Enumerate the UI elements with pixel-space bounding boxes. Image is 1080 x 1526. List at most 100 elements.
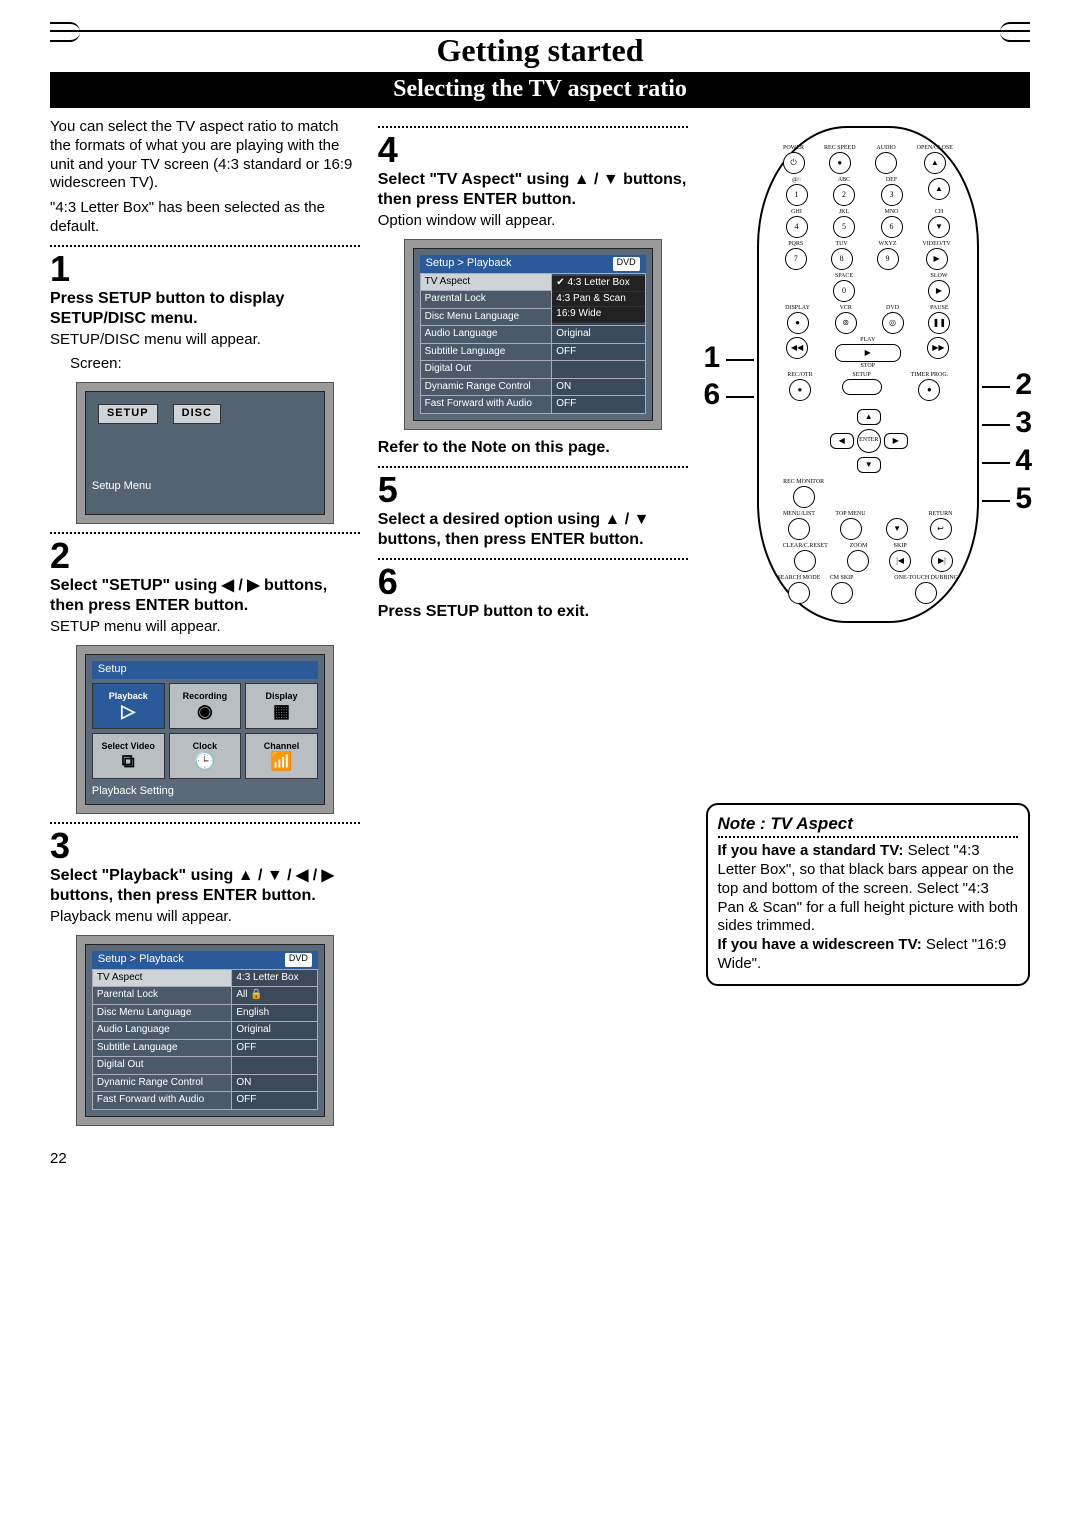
intro-paragraph-2: "4:3 Letter Box" has been select­ed as t… bbox=[50, 199, 360, 237]
remote-9-button: 9 bbox=[877, 248, 899, 270]
remote-openclose-button: ▲ bbox=[924, 152, 946, 174]
note-subhead-1: If you have a standard TV: bbox=[718, 842, 904, 859]
step-2-number: 2 bbox=[50, 538, 360, 574]
separator bbox=[50, 822, 360, 824]
osd3-breadcrumb: Setup > Playback bbox=[98, 953, 184, 967]
remote-down-button: ▼ bbox=[857, 457, 881, 473]
osd-disc-button: DISC bbox=[173, 404, 221, 424]
step-1-number: 1 bbox=[50, 251, 360, 287]
step-2-body: SETUP menu will appear. bbox=[50, 618, 360, 637]
callout-3: 3 bbox=[1015, 408, 1032, 438]
separator bbox=[378, 466, 688, 468]
step-3-body: Playback menu will appear. bbox=[50, 908, 360, 927]
remote-cmskip-button bbox=[831, 582, 853, 604]
osd-cell-channel: Channel📶 bbox=[245, 733, 318, 779]
remote-8-button: 8 bbox=[831, 248, 853, 270]
remote-audio-button bbox=[875, 152, 897, 174]
remote-menulist-button bbox=[788, 518, 810, 540]
osd-cell-recording: Recording◉ bbox=[169, 683, 242, 729]
remote-setup-button bbox=[842, 379, 882, 395]
remote-skipfwd-button: ▶| bbox=[931, 550, 953, 572]
osd3-dvd-badge: DVD bbox=[285, 953, 312, 967]
column-left: You can select the TV aspect ratio to ma… bbox=[50, 118, 360, 1134]
osd4-option-0: 4:3 Letter Box bbox=[552, 276, 644, 292]
osd-cell-clock: Clock🕒 bbox=[169, 733, 242, 779]
remote-6-button: 6 bbox=[881, 216, 903, 238]
osd4-option-1: 4:3 Pan & Scan bbox=[552, 292, 644, 308]
osd3-table: TV Aspect4:3 Letter Box Parental LockAll… bbox=[92, 969, 318, 1110]
remote-chup-button: ▲ bbox=[928, 178, 950, 200]
remote-recspeed-button: ● bbox=[829, 152, 851, 174]
remote-power-button: ⏻ bbox=[783, 152, 805, 174]
step-3-number: 3 bbox=[50, 828, 360, 864]
remote-timerprog-button: ● bbox=[918, 379, 940, 401]
remote-zoom-button bbox=[847, 550, 869, 572]
remote-illustration-wrap: 1 6 2 3 4 5 POWER⏻ REC SPEED● AUDIO OPEN… bbox=[706, 118, 1031, 623]
step-4-heading: Select "TV Aspect" using ▲ / ▼ buttons, … bbox=[378, 170, 688, 210]
step-4-note-ref: Refer to the Note on this page. bbox=[378, 438, 688, 458]
remote-1-button: 1 bbox=[786, 184, 808, 206]
separator bbox=[378, 126, 688, 128]
callout-6: 6 bbox=[704, 380, 721, 410]
step-6-heading: Press SETUP button to exit. bbox=[378, 602, 688, 622]
osd-setup2-caption: Playback Setting bbox=[92, 785, 318, 799]
remote-rec-button: ● bbox=[789, 379, 811, 401]
remote-display-button: ● bbox=[787, 312, 809, 334]
osd4-option-2: 16:9 Wide bbox=[552, 307, 644, 323]
column-right: 1 6 2 3 4 5 POWER⏻ REC SPEED● AUDIO OPEN… bbox=[706, 118, 1031, 1134]
remote-dubbing-button bbox=[915, 582, 937, 604]
osd-setup-header: Setup bbox=[92, 661, 318, 679]
remote-play-button: ▶ bbox=[835, 344, 901, 362]
separator bbox=[378, 558, 688, 560]
callout-4: 4 bbox=[1015, 446, 1032, 476]
remote-left-button: ◀ bbox=[830, 433, 854, 449]
remote-right-button: ▶ bbox=[884, 433, 908, 449]
remote-dpad: ▲ ▼ ◀ ▶ ENTER bbox=[828, 405, 908, 475]
osd-setup-button: SETUP bbox=[98, 404, 158, 424]
header-ornament-left bbox=[50, 22, 80, 42]
step-5-number: 5 bbox=[378, 472, 688, 508]
note-tv-aspect: Note : TV Aspect If you have a standard … bbox=[706, 803, 1031, 986]
osd-setup-caption: Setup Menu bbox=[92, 480, 318, 494]
osd-tv-aspect-options: Setup > Playback DVD TV Aspect 4:3 Lette… bbox=[404, 239, 662, 430]
note-subhead-2: If you have a widescreen TV: bbox=[718, 936, 922, 953]
remote-2-button: 2 bbox=[833, 184, 855, 206]
osd4-breadcrumb: Setup > Playback bbox=[426, 257, 512, 271]
osd4-dvd-badge: DVD bbox=[613, 257, 640, 271]
note-title: Note : TV Aspect bbox=[718, 813, 1019, 834]
remote-7-button: 7 bbox=[785, 248, 807, 270]
remote-3-button: 3 bbox=[881, 184, 903, 206]
note-separator bbox=[718, 836, 1019, 838]
remote-pause-button: ❚❚ bbox=[928, 312, 950, 334]
remote-up-button: ▲ bbox=[857, 409, 881, 425]
remote-control-diagram: POWER⏻ REC SPEED● AUDIO OPEN/CLOSE▲ @/:1… bbox=[757, 126, 979, 623]
step-4-body: Option window will appear. bbox=[378, 212, 688, 231]
osd-cell-playback: Playback▷ bbox=[92, 683, 165, 729]
remote-chdown-button: ▼ bbox=[928, 216, 950, 238]
remote-recmonitor-button bbox=[793, 486, 815, 508]
osd-cell-select-video: Select Video⧉ bbox=[92, 733, 165, 779]
remote-videotv-button: ▶ bbox=[926, 248, 948, 270]
remote-skipback-button: |◀ bbox=[889, 550, 911, 572]
separator bbox=[50, 245, 360, 247]
remote-enter-button: ENTER bbox=[857, 429, 881, 453]
osd-setup-menu: Setup Playback▷ Recording◉ Display▦ Sele… bbox=[76, 645, 334, 815]
callout-5: 5 bbox=[1015, 484, 1032, 514]
step-3-heading: Select "Playback" using ▲ / ▼ / ◀ / ▶ bu… bbox=[50, 866, 360, 906]
section-title: Selecting the TV aspect ratio bbox=[50, 72, 1030, 108]
osd4-table: TV Aspect 4:3 Letter Box 4:3 Pan & Scan … bbox=[420, 273, 646, 414]
remote-rew-button: ◀◀ bbox=[786, 337, 808, 359]
remote-dvd-button: ◎ bbox=[882, 312, 904, 334]
step-1-heading: Press SETUP button to dis­play SETUP/DIS… bbox=[50, 289, 360, 329]
step-1-screen-label: Screen: bbox=[70, 355, 360, 374]
remote-searchmode-button bbox=[788, 582, 810, 604]
callout-1: 1 bbox=[704, 343, 721, 373]
remote-slow-button: ▶ bbox=[928, 280, 950, 302]
chapter-title: Getting started bbox=[50, 30, 1030, 72]
remote-clear-button bbox=[794, 550, 816, 572]
step-1-body: SETUP/DISC menu will appear. bbox=[50, 331, 360, 350]
remote-0-button: 0 bbox=[833, 280, 855, 302]
callout-2: 2 bbox=[1015, 370, 1032, 400]
remote-5-button: 5 bbox=[833, 216, 855, 238]
intro-paragraph-1: You can select the TV aspect ratio to ma… bbox=[50, 118, 360, 193]
